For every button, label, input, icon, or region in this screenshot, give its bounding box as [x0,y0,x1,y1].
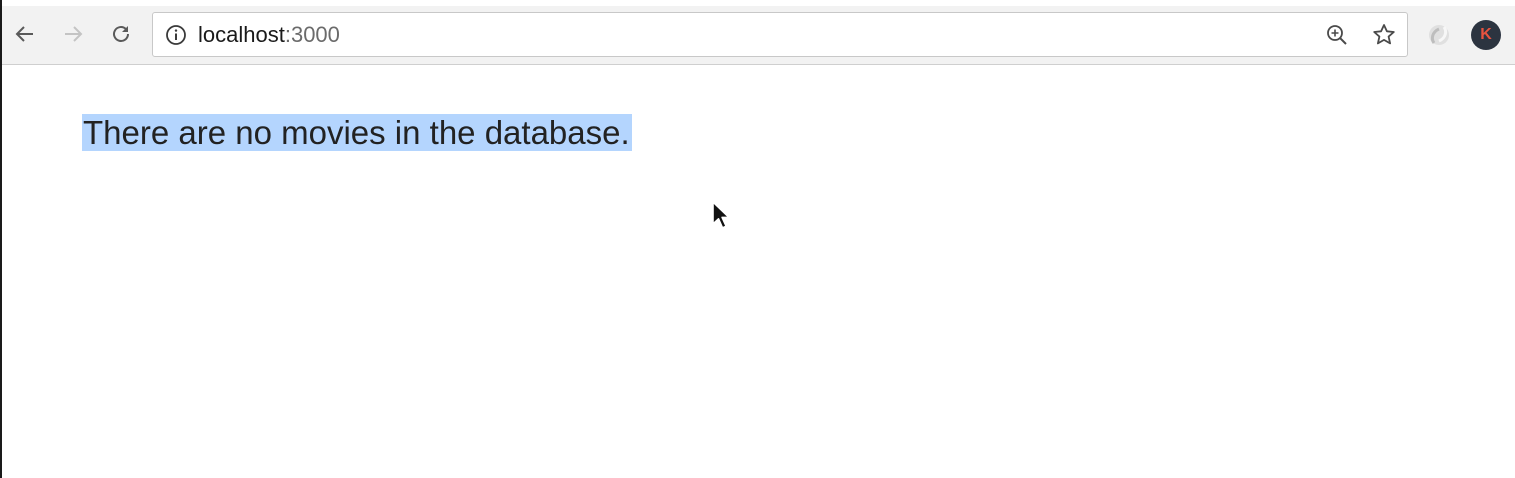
mouse-pointer-icon [712,201,730,229]
forward-button[interactable] [57,18,89,50]
arrow-left-icon [15,26,33,42]
url-host: localhost [198,22,285,47]
arrow-right-icon [65,26,83,42]
selected-message-text: There are no movies in the database. [82,114,632,151]
reload-button[interactable] [105,18,137,50]
page-content: There are no movies in the database. [2,66,1515,478]
url-text: localhost:3000 [198,22,340,48]
back-button[interactable] [9,18,41,50]
extension-icon[interactable] [1425,23,1453,47]
browser-window: localhost:3000 K There are no movies in … [0,0,1515,478]
reload-icon [113,26,129,42]
empty-state-message: There are no movies in the database. [82,113,632,153]
zoom-in-icon[interactable] [1325,23,1349,47]
address-bar[interactable]: localhost:3000 [152,12,1408,57]
info-circle-icon[interactable] [165,24,187,46]
browser-toolbar: localhost:3000 K [2,6,1515,65]
url-port: :3000 [284,22,340,47]
star-icon[interactable] [1371,22,1397,48]
profile-avatar[interactable]: K [1471,20,1501,50]
